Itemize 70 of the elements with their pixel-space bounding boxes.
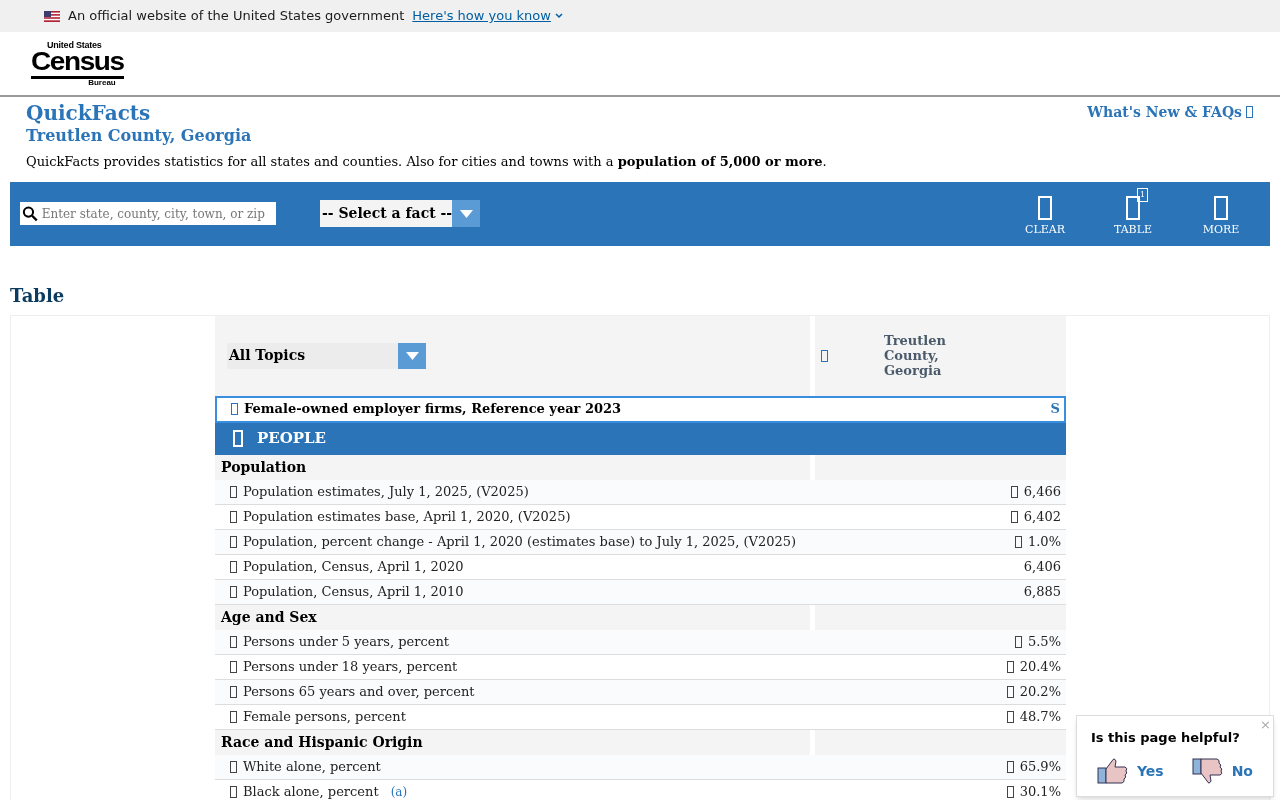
toolbar-button[interactable]: CLEAR <box>1016 188 1074 239</box>
info-icon <box>821 349 828 362</box>
footnote-link[interactable]: (a) <box>390 782 408 800</box>
group-title: Age and Sex <box>221 607 317 627</box>
fact-label: Population estimates base, April 1, 2020, (V2025) <box>243 507 571 526</box>
fact-select[interactable]: -- Select a fact -- <box>320 200 480 227</box>
fact-value: 20.4% <box>1019 657 1061 676</box>
fact-label: Female persons, percent <box>243 707 406 726</box>
description-text: QuickFacts provides statistics for all states and counties. Also for cities and towns with a population of 5,000 or more. <box>26 153 828 171</box>
section-header[interactable]: PEOPLE <box>215 422 1066 455</box>
thumbs-down-icon <box>1191 757 1224 785</box>
info-icon <box>230 710 237 723</box>
fact-value: 6,406 <box>1023 557 1061 576</box>
info-icon <box>230 535 237 548</box>
whats-new-link[interactable]: What's New & FAQs <box>1087 102 1253 122</box>
fact-label: Persons 65 years and over, percent <box>243 682 475 701</box>
info-icon <box>230 635 237 648</box>
info-icon <box>230 560 237 573</box>
fact-value: 65.9% <box>1019 757 1061 776</box>
fact-value: 6,885 <box>1023 582 1061 601</box>
fact-value: 48.7% <box>1019 707 1061 726</box>
fact-value: 6,402 <box>1023 507 1061 526</box>
toolbar-button[interactable]: 1 TABLE <box>1104 188 1162 239</box>
fact-label: Population estimates, July 1, 2025, (V2025) <box>243 482 529 501</box>
group-title: Race and Hispanic Origin <box>221 732 423 752</box>
table-heading: Table <box>10 283 66 308</box>
fact-value: 6,466 <box>1023 482 1061 501</box>
page-title: QuickFacts <box>26 101 152 126</box>
census-logo[interactable]: United States Census Bureau <box>31 40 124 87</box>
how-you-know-link[interactable]: Here's how you know <box>412 6 563 26</box>
info-icon <box>230 485 237 498</box>
fact-label: Persons under 5 years, percent <box>243 632 449 651</box>
thumbs-up-icon <box>1097 757 1129 785</box>
fact-label: Population, Census, April 1, 2010 <box>243 582 464 601</box>
search-field[interactable]: Enter state, county, city, town, or zip <box>20 202 276 225</box>
toolbar-button[interactable]: MORE <box>1192 188 1250 239</box>
flag-icon <box>44 10 60 22</box>
info-icon <box>230 760 237 773</box>
close-icon[interactable]: × <box>1260 718 1271 731</box>
fact-label: Population, percent change - April 1, 2020 (estimates base) to July 1, 2025, (V2025) <box>243 532 797 551</box>
fact-value: 1.0% <box>1027 532 1061 551</box>
yes-button[interactable]: Yes <box>1097 757 1164 785</box>
feedback-question: Is this page helpful? <box>1091 730 1240 745</box>
fact-label: Persons under 18 years, percent <box>243 657 458 676</box>
search-icon <box>22 205 38 222</box>
caret-icon <box>459 209 473 218</box>
info-icon <box>230 685 237 698</box>
banner-text: An official website of the United States government <box>68 7 405 26</box>
fact-value: 5.5% <box>1027 632 1061 651</box>
info-icon <box>230 585 237 598</box>
chevron-down-icon <box>554 13 563 19</box>
fact-label: Black alone, percent <box>243 782 379 800</box>
column-header: Treutlen County, Georgia <box>884 333 947 378</box>
info-icon <box>230 660 237 673</box>
group-title: Population <box>221 457 307 477</box>
fact-label: Female-owned employer firms, Reference year 2023 <box>244 400 622 419</box>
info-icon <box>230 785 237 798</box>
caret-icon <box>405 351 419 360</box>
count-badge: 1 <box>1137 188 1149 203</box>
info-icon <box>230 510 237 523</box>
info-icon <box>231 403 238 415</box>
external-icon <box>1246 106 1253 118</box>
fact-value: 30.1% <box>1019 782 1061 800</box>
fact-value: S <box>1050 400 1060 419</box>
fact-label: White alone, percent <box>243 757 381 776</box>
fact-label: Population, Census, April 1, 2020 <box>243 557 464 576</box>
location-title: Treutlen County, Georgia <box>26 126 252 146</box>
topic-select[interactable]: All Topics <box>227 342 426 369</box>
no-button[interactable]: No <box>1191 757 1253 785</box>
fact-value: 20.2% <box>1019 682 1061 701</box>
